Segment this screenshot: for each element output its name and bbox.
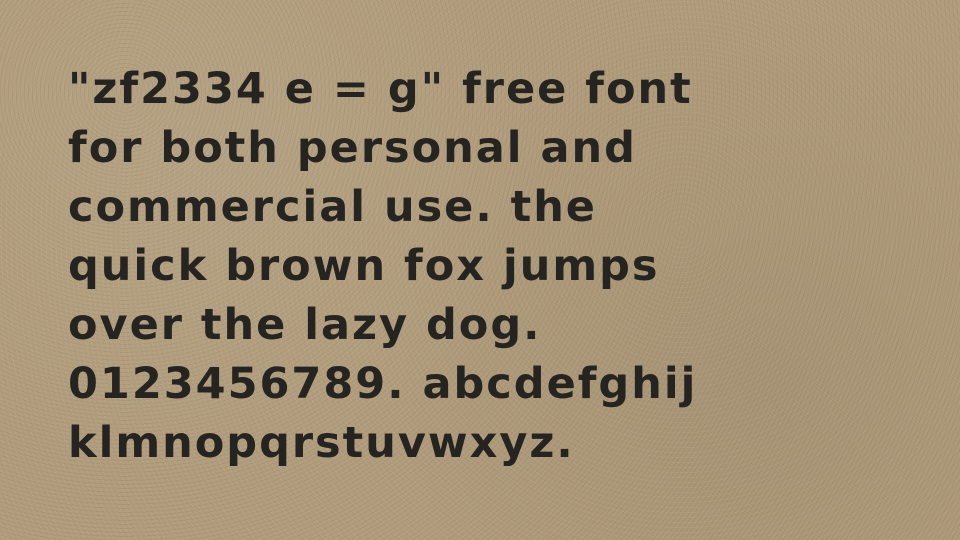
specimen-line-3: COMMERCIAL USE. THE xyxy=(68,182,597,232)
specimen-line-7: KLMNOPQRSTUVWXYZ. xyxy=(68,418,575,468)
specimen-text-block: "ZF2334 E = G" FREE FONT FOR BOTH PERSON… xyxy=(68,60,938,473)
specimen-line-1: "ZF2334 E = G" FREE FONT xyxy=(68,64,693,114)
specimen-line-4: QUICK BROWN FOX JUMPS xyxy=(68,241,660,291)
specimen-line-5: OVER THE LAZY DOG. xyxy=(68,300,542,350)
font-specimen-poster: "ZF2334 E = G" FREE FONT FOR BOTH PERSON… xyxy=(0,0,960,540)
specimen-line-6: 0123456789. ABCDEFGHIJ xyxy=(68,359,698,409)
specimen-line-2: FOR BOTH PERSONAL AND xyxy=(68,123,637,173)
